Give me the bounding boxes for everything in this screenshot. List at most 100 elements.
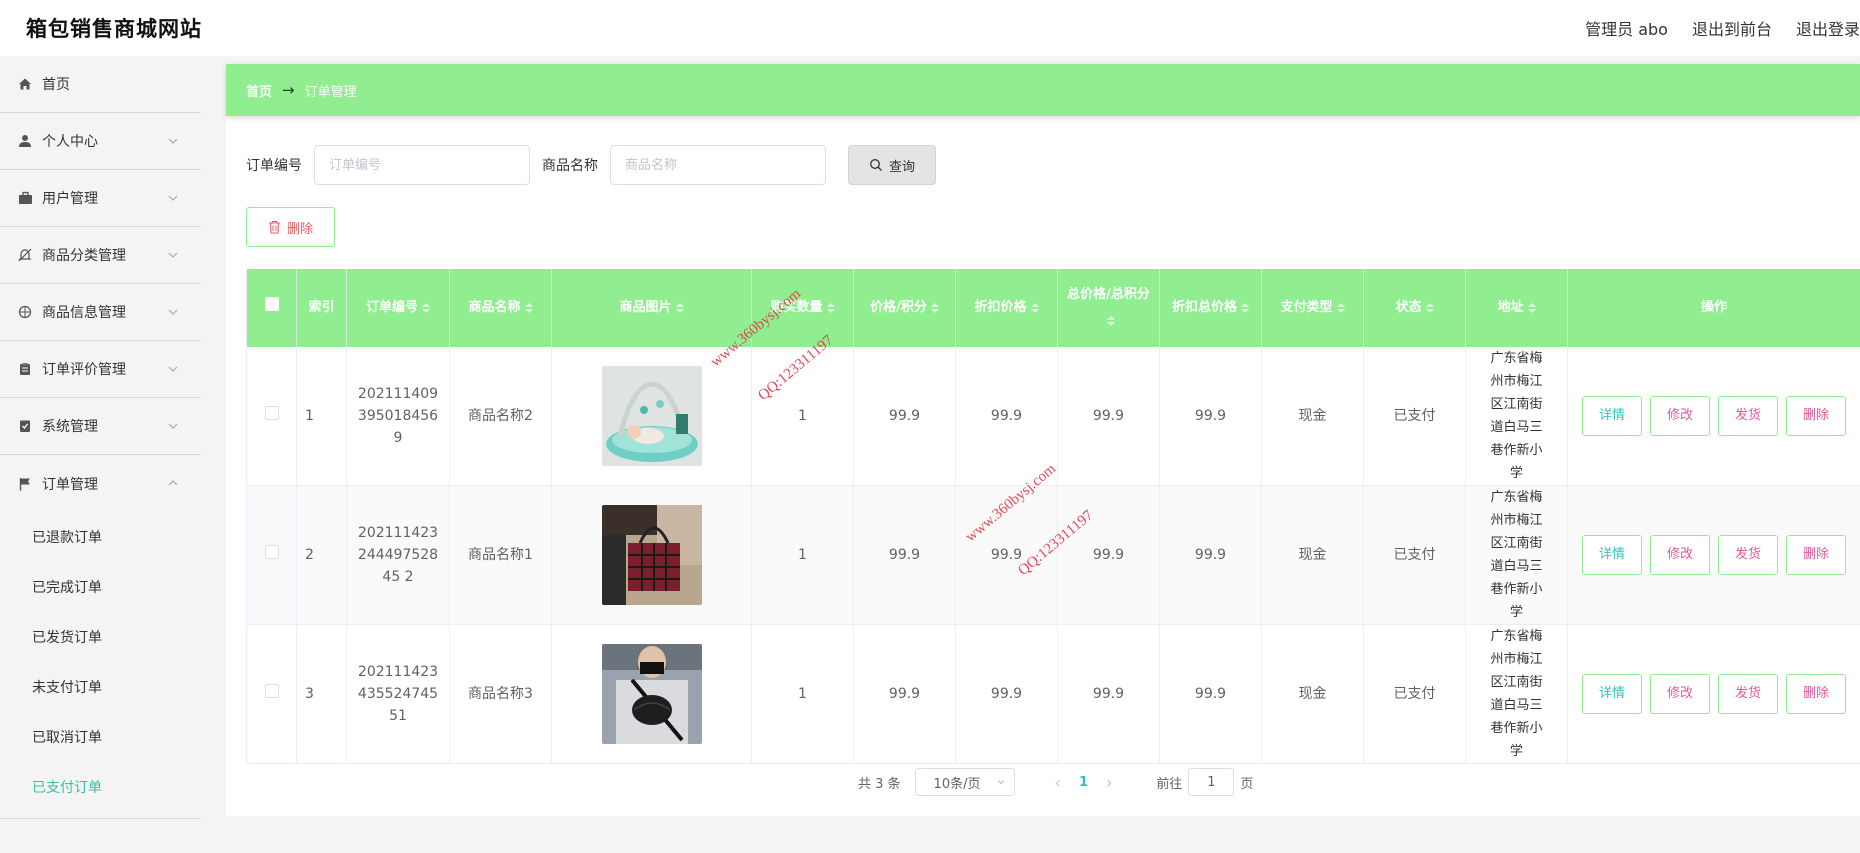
- briefcase-icon: [16, 189, 34, 207]
- site-title: 箱包销售商城网站: [26, 17, 202, 41]
- delete-button[interactable]: 删除: [1786, 535, 1846, 575]
- cell-status: 已支付: [1363, 485, 1466, 625]
- sort-icon[interactable]: [1241, 302, 1249, 313]
- address-text: 广东省梅州市梅江区江南街道白马三巷作新小学: [1490, 629, 1543, 759]
- page-size-select[interactable]: 10条/页: [914, 768, 1015, 796]
- batch-delete-button[interactable]: 删除: [246, 207, 335, 247]
- col-address[interactable]: 地址: [1465, 269, 1568, 347]
- col-label: 价格/积分: [870, 300, 927, 315]
- sidebar-item-order-review[interactable]: 订单评价管理: [0, 341, 201, 398]
- col-order-no[interactable]: 订单编号: [346, 269, 450, 347]
- baby-playmat-image[interactable]: [601, 366, 702, 466]
- sidebar-item-user-management[interactable]: 用户管理: [0, 170, 201, 227]
- submenu-shipped-orders[interactable]: 已发货订单: [0, 612, 201, 662]
- query-button[interactable]: 查询: [848, 145, 936, 185]
- address-text: 广东省梅州市梅江区江南街道白马三巷作新小学: [1490, 351, 1543, 481]
- submenu-refunded-orders[interactable]: 已退款订单: [0, 512, 201, 562]
- header-actions: 管理员 abo 退出到前台 退出登录: [1561, 16, 1860, 40]
- sidebar-item-label: 商品分类管理: [42, 248, 126, 264]
- select-all-cell[interactable]: [246, 269, 297, 347]
- sort-icon[interactable]: [1425, 302, 1434, 313]
- col-product-image[interactable]: 商品图片: [551, 269, 752, 347]
- cell-pay-type: 现金: [1261, 347, 1364, 486]
- col-total-price[interactable]: 总价格/总积分: [1057, 269, 1160, 347]
- table-header-row: 索引 订单编号 商品名称 商品图片 购买数量 价格/积分 折扣价格 总价格/总积…: [246, 269, 1860, 347]
- sort-icon[interactable]: [422, 302, 430, 313]
- row-checkbox[interactable]: [264, 684, 279, 698]
- sort-icon[interactable]: [524, 302, 533, 313]
- cell-actions: 详情 修改 发货 删除: [1567, 347, 1860, 486]
- cell-status: 已支付: [1363, 347, 1466, 486]
- cell-product-name: 商品名称1: [449, 485, 552, 625]
- edit-button[interactable]: 修改: [1650, 674, 1710, 714]
- row-select-cell[interactable]: [246, 624, 297, 764]
- pagination: 共 3 条 10条/页 ‹ 1 › 前往 页: [858, 768, 1253, 796]
- chest-bag-image[interactable]: [601, 644, 702, 744]
- sort-icon[interactable]: [826, 302, 835, 313]
- breadcrumb-home[interactable]: 首页: [246, 81, 272, 100]
- detail-button[interactable]: 详情: [1582, 674, 1642, 714]
- detail-button[interactable]: 详情: [1582, 535, 1642, 575]
- cell-order-no: 20211142343552474551: [346, 624, 450, 764]
- row-select-cell[interactable]: [246, 347, 297, 486]
- cell-index: 3: [296, 624, 347, 764]
- prev-page-button[interactable]: ‹: [1055, 773, 1061, 792]
- cell-product-image: [551, 485, 752, 625]
- sort-icon[interactable]: [930, 302, 939, 313]
- detail-button[interactable]: 详情: [1582, 396, 1642, 436]
- sort-icon[interactable]: [1336, 302, 1345, 313]
- ship-button[interactable]: 发货: [1718, 535, 1778, 575]
- page-number-current[interactable]: 1: [1079, 775, 1088, 790]
- sidebar-item-personal-center[interactable]: 个人中心: [0, 113, 201, 170]
- cell-discount-total: 99.9: [1159, 485, 1262, 625]
- sidebar-item-label: 系统管理: [42, 419, 98, 435]
- edit-button[interactable]: 修改: [1650, 396, 1710, 436]
- order-no-input[interactable]: [314, 145, 530, 185]
- col-price[interactable]: 价格/积分: [853, 269, 956, 347]
- cell-price: 99.9: [853, 347, 956, 486]
- sort-icon[interactable]: [1030, 302, 1039, 313]
- plaid-tote-bag-image[interactable]: [601, 505, 702, 605]
- col-status[interactable]: 状态: [1363, 269, 1466, 347]
- sidebar-item-category-management[interactable]: 商品分类管理: [0, 227, 201, 284]
- cell-price: 99.9: [853, 485, 956, 625]
- clipboard-icon: [16, 360, 34, 378]
- sidebar-item-order-management[interactable]: 订单管理: [0, 455, 201, 512]
- submenu-cancelled-orders[interactable]: 已取消订单: [0, 712, 201, 762]
- ship-button[interactable]: 发货: [1718, 674, 1778, 714]
- col-product-name[interactable]: 商品名称: [449, 269, 552, 347]
- goto-page-input[interactable]: [1188, 768, 1235, 796]
- col-index: 索引: [296, 269, 347, 347]
- col-pay-type[interactable]: 支付类型: [1261, 269, 1364, 347]
- sidebar: 首页 个人中心 用户管理 商品分类管理 商品信息管理 订单评价管理 系统管理 订…: [0, 56, 201, 853]
- row-checkbox[interactable]: [264, 545, 279, 559]
- row-select-cell[interactable]: [246, 485, 297, 625]
- edit-button[interactable]: 修改: [1650, 535, 1710, 575]
- delete-button[interactable]: 删除: [1786, 674, 1846, 714]
- delete-button[interactable]: 删除: [1786, 396, 1846, 436]
- back-to-front-link[interactable]: 退出到前台: [1692, 16, 1772, 40]
- cell-total-price: 99.9: [1057, 624, 1160, 764]
- next-page-button[interactable]: ›: [1106, 773, 1112, 792]
- sort-icon[interactable]: [1106, 315, 1115, 326]
- sidebar-item-product-info[interactable]: 商品信息管理: [0, 284, 201, 341]
- sidebar-item-home[interactable]: 首页: [0, 56, 201, 113]
- row-checkbox[interactable]: [264, 406, 279, 420]
- query-button-label: 查询: [888, 159, 915, 175]
- submenu-completed-orders[interactable]: 已完成订单: [0, 562, 201, 612]
- col-label: 总价格/总积分: [1067, 287, 1150, 302]
- sort-icon[interactable]: [675, 302, 684, 313]
- col-discount-price[interactable]: 折扣价格: [955, 269, 1058, 347]
- col-discount-total[interactable]: 折扣总价格: [1159, 269, 1262, 347]
- ship-button[interactable]: 发货: [1718, 396, 1778, 436]
- cell-address: 广东省梅州市梅江区江南街道白马三巷作新小学: [1465, 624, 1568, 764]
- sidebar-item-system-management[interactable]: 系统管理: [0, 398, 201, 455]
- sort-icon[interactable]: [1527, 302, 1536, 313]
- submenu-unpaid-orders[interactable]: 未支付订单: [0, 662, 201, 712]
- sidebar-item-label: 商品信息管理: [42, 305, 126, 321]
- select-all-checkbox[interactable]: [264, 297, 279, 311]
- order-table: 索引 订单编号 商品名称 商品图片 购买数量 价格/积分 折扣价格 总价格/总积…: [246, 269, 1860, 764]
- product-name-input[interactable]: [610, 145, 826, 185]
- logout-link[interactable]: 退出登录: [1796, 16, 1860, 40]
- submenu-paid-orders[interactable]: 已支付订单: [0, 762, 201, 812]
